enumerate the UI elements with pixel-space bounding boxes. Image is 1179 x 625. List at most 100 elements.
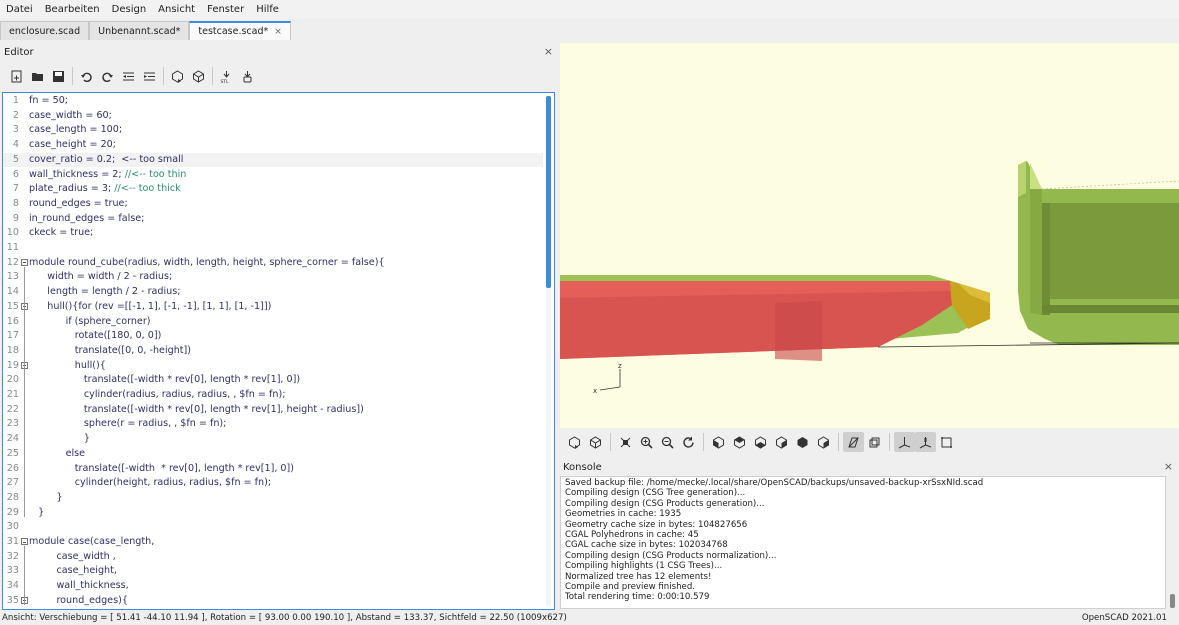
code-editor[interactable]: 1 fn = 50; 2 case_width = 60; 3 case_length =…: [2, 92, 555, 610]
line-number: 22: [6, 403, 19, 415]
line-number: 26: [6, 462, 19, 474]
view-left-icon[interactable]: [771, 432, 792, 452]
code-line[interactable]: 32 case_width ,: [3, 550, 543, 565]
code-line[interactable]: 28 }: [3, 491, 543, 506]
zoom-in-icon[interactable]: [636, 432, 657, 452]
code-line[interactable]: 3 case_length = 100;: [3, 123, 543, 138]
close-tab-icon[interactable]: ×: [274, 27, 282, 37]
console-scrollbar-thumb[interactable]: [1170, 594, 1175, 608]
toolbar-separator: [889, 433, 890, 451]
model-render: z x: [560, 161, 1179, 395]
menu-hilfe[interactable]: Hilfe: [252, 4, 283, 15]
editor-scrollbar-thumb[interactable]: [546, 96, 551, 288]
code-comment: //<-- too thin: [124, 168, 187, 180]
code-line[interactable]: 31 module case(case_length,: [3, 535, 543, 550]
console-line: Geometries in cache: 1935: [565, 509, 682, 520]
code-line[interactable]: 25 else: [3, 447, 543, 462]
code-line[interactable]: 9 in_round_edges = false;: [3, 212, 543, 227]
code-line[interactable]: 35 round_edges){: [3, 594, 543, 609]
view-bottom-icon[interactable]: [750, 432, 771, 452]
editor-close-icon[interactable]: ×: [544, 45, 553, 58]
code-line[interactable]: 27 cylinder(height, radius, radius, $fn …: [3, 476, 543, 491]
menu-fenster[interactable]: Fenster: [203, 4, 248, 15]
line-number: 16: [6, 315, 19, 327]
code-line[interactable]: 21 cylinder(radius, radius, radius, , $f…: [3, 388, 543, 403]
line-number: 35: [6, 594, 19, 606]
redo-icon[interactable]: [97, 67, 118, 85]
code-line[interactable]: 18 translate([0, 0, -height]): [3, 344, 543, 359]
render-icon[interactable]: [188, 67, 209, 85]
menu-ansicht[interactable]: Ansicht: [154, 4, 199, 15]
code-line[interactable]: 16 if (sphere_corner): [3, 315, 543, 330]
code-line[interactable]: 34 wall_thickness,: [3, 579, 543, 594]
show-edges-icon[interactable]: [936, 432, 957, 452]
preview-icon[interactable]: [167, 67, 188, 85]
code-line[interactable]: 20 translate([-width * rev[0], length * …: [3, 373, 543, 388]
code-line[interactable]: 29 }: [3, 506, 543, 521]
send-to-printer-icon[interactable]: [237, 67, 258, 85]
reset-view-icon[interactable]: [678, 432, 699, 452]
show-scale-markers-icon[interactable]: [915, 432, 936, 452]
render-icon[interactable]: [585, 432, 606, 452]
perspective-icon[interactable]: [843, 432, 864, 452]
preview-icon[interactable]: [564, 432, 585, 452]
code-text: wall_thickness = 2; //<-- too thin: [29, 168, 187, 180]
code-line[interactable]: 24 }: [3, 432, 543, 447]
fold-toggle-icon[interactable]: [21, 538, 28, 545]
unindent-icon[interactable]: [118, 67, 139, 85]
code-line[interactable]: 8 round_edges = true;: [3, 197, 543, 212]
editor-scrollbar[interactable]: [546, 96, 551, 606]
view-all-icon[interactable]: [615, 432, 636, 452]
file-tab[interactable]: testcase.scad* ×: [189, 21, 291, 40]
code-line[interactable]: 12 module round_cube(radius, width, lengt…: [3, 256, 543, 271]
line-number: 13: [6, 271, 19, 283]
view-right-icon[interactable]: [708, 432, 729, 452]
menubar: Datei Bearbeiten Design Ansicht Fenster Hilfe: [0, 0, 1179, 19]
code-line[interactable]: 19 hull(){: [3, 359, 543, 374]
line-number: 14: [6, 286, 19, 298]
code-text: width = width / 2 - radius;: [29, 271, 173, 283]
code-line[interactable]: 6 wall_thickness = 2; //<-- too thin: [3, 168, 543, 183]
file-tab[interactable]: Unbenannt.scad*: [89, 21, 190, 40]
code-line[interactable]: 15 hull(){for (rev =[[-1, 1], [-1, -1], …: [3, 300, 543, 315]
save-icon[interactable]: [48, 67, 69, 85]
line-number: 15: [6, 300, 19, 312]
code-line[interactable]: 7 plate_radius = 3; //<-- too thick: [3, 182, 543, 197]
line-number: 19: [6, 359, 19, 371]
code-line[interactable]: 13 width = width / 2 - radius;: [3, 270, 543, 285]
view-front-icon[interactable]: [792, 432, 813, 452]
code-line[interactable]: 17 rotate([180, 0, 0]): [3, 329, 543, 344]
undo-icon[interactable]: [76, 67, 97, 85]
orthogonal-icon[interactable]: [864, 432, 885, 452]
code-line[interactable]: 11: [3, 241, 543, 256]
indent-icon[interactable]: [139, 67, 160, 85]
show-axes-icon[interactable]: [894, 432, 915, 452]
code-line[interactable]: 10 ckeck = true;: [3, 226, 543, 241]
code-line[interactable]: 22 translate([-width * rev[0], length * …: [3, 403, 543, 418]
view-top-icon[interactable]: [729, 432, 750, 452]
code-line[interactable]: 2 case_width = 60;: [3, 109, 543, 124]
fold-toggle-icon[interactable]: [21, 258, 28, 266]
console-scrollbar[interactable]: [1168, 476, 1177, 609]
export-stl-icon[interactable]: STL: [216, 67, 237, 85]
code-line[interactable]: 4 case_height = 20;: [3, 138, 543, 153]
code-line[interactable]: 23 sphere(r = radius, , $fn = fn);: [3, 417, 543, 432]
menu-bearbeiten[interactable]: Bearbeiten: [41, 4, 104, 15]
code-line[interactable]: 1 fn = 50;: [3, 94, 543, 109]
code-text: module round_cube(radius, width, length,…: [29, 256, 385, 268]
code-line[interactable]: 26 translate([-width * rev[0], length * …: [3, 462, 543, 477]
zoom-out-icon[interactable]: [657, 432, 678, 452]
code-line[interactable]: 33 case_height,: [3, 564, 543, 579]
3d-viewport[interactable]: z x: [560, 43, 1179, 428]
code-line[interactable]: 5 cover_ratio = 0.2; <-- too small: [3, 152, 543, 168]
code-line[interactable]: 14 length = length / 2 - radius;: [3, 285, 543, 300]
open-file-icon[interactable]: [27, 67, 48, 85]
console-close-icon[interactable]: ×: [1164, 460, 1173, 473]
file-tab[interactable]: enclosure.scad: [0, 21, 90, 40]
code-line[interactable]: 30: [3, 520, 543, 535]
menu-design[interactable]: Design: [108, 4, 151, 15]
menu-datei[interactable]: Datei: [2, 4, 37, 15]
code-text: }: [29, 491, 63, 503]
new-file-icon[interactable]: [6, 67, 27, 85]
view-back-icon[interactable]: [813, 432, 834, 452]
